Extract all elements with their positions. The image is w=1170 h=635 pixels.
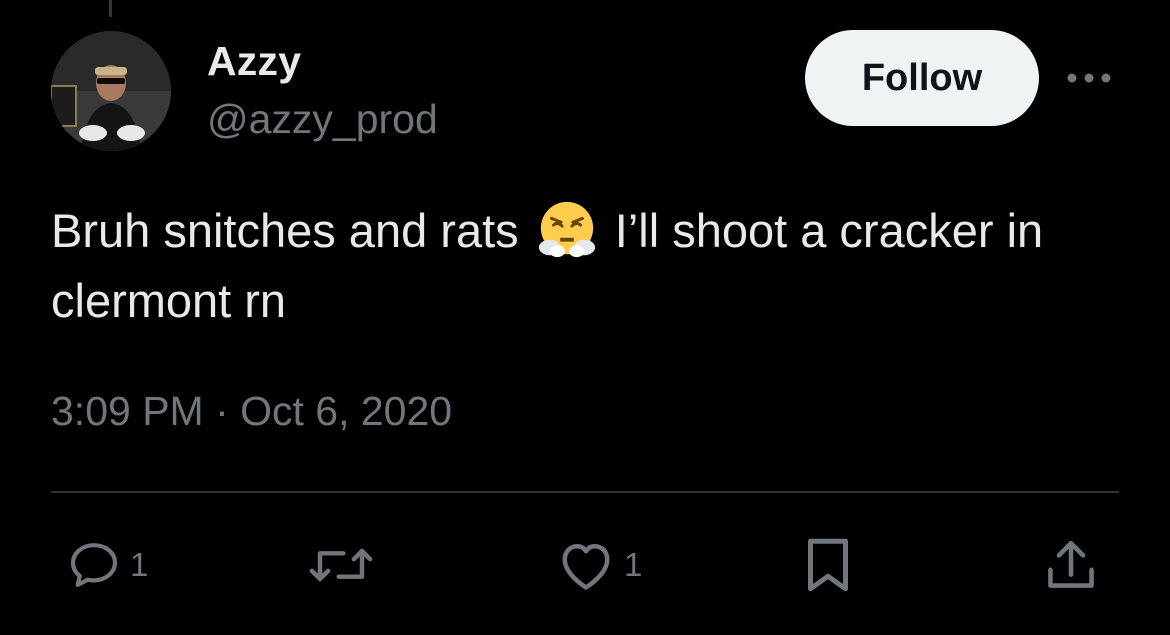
reply-button[interactable]: 1 [66,535,148,595]
retweet-button[interactable] [306,535,376,595]
tweet-timestamp[interactable]: 3:09 PM · Oct 6, 2020 [51,388,452,435]
more-icon [1067,73,1111,83]
reply-count: 1 [130,546,149,583]
bookmark-button[interactable] [801,535,855,595]
heart-icon [562,544,610,590]
face-with-steam-from-nose-icon [538,201,595,258]
bookmark-icon [808,538,848,592]
divider [51,491,1119,493]
avatar[interactable] [51,31,171,151]
author-handle[interactable]: @azzy_prod [207,96,438,143]
tweet-text: Bruh snitches and rats I’ll shoot a crac… [51,196,1131,336]
tweet-text-part-1: Bruh snitches and rats [51,204,532,257]
share-button[interactable] [1042,535,1100,595]
like-count: 1 [624,546,643,583]
share-icon [1048,540,1094,588]
retweet-icon [309,548,373,582]
avatar-image [51,31,171,151]
like-button[interactable]: 1 [556,535,642,595]
more-options-button[interactable] [1064,62,1114,94]
thread-connector-line [109,0,112,17]
reply-icon [70,543,118,587]
follow-button[interactable]: Follow [805,30,1039,126]
author-display-name[interactable]: Azzy [207,38,301,85]
